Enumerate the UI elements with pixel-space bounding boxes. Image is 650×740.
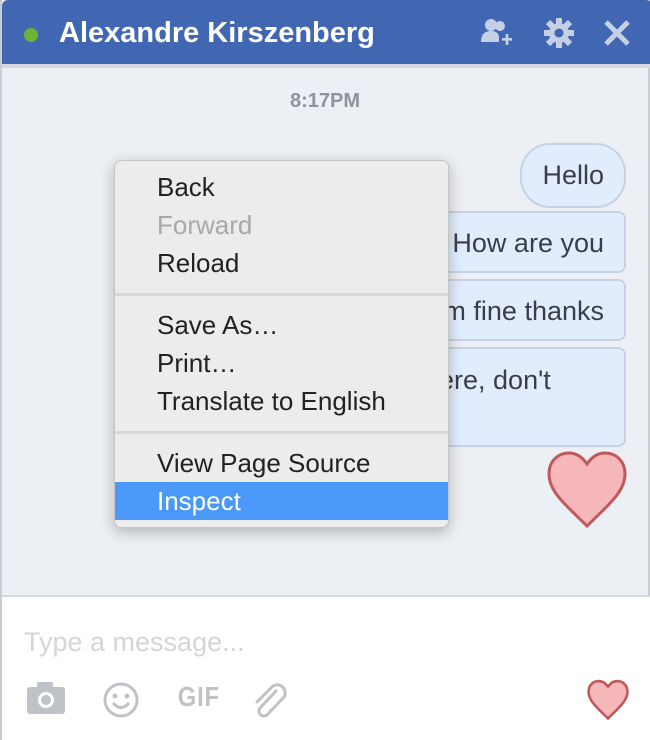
heart-like-icon xyxy=(547,451,627,529)
menu-item-reload[interactable]: Reload xyxy=(115,244,448,282)
chat-window: Alexandre Kirszenberg 8:17PM Hello How a… xyxy=(0,0,650,740)
chat-header: Alexandre Kirszenberg xyxy=(2,0,650,68)
gif-button[interactable]: GIF xyxy=(178,681,220,713)
send-like-heart-icon[interactable] xyxy=(587,679,629,721)
menu-item-inspect[interactable]: Inspect xyxy=(115,482,448,520)
menu-item-save-as[interactable]: Save As… xyxy=(115,306,448,344)
menu-item-back[interactable]: Back xyxy=(115,168,448,206)
contact-name[interactable]: Alexandre Kirszenberg xyxy=(59,17,375,50)
emoji-icon[interactable] xyxy=(102,681,140,719)
context-menu: Back Forward Reload Save As… Print… Tran… xyxy=(114,160,449,528)
menu-item-print[interactable]: Print… xyxy=(115,344,448,382)
gear-icon[interactable] xyxy=(542,16,576,50)
attachment-icon[interactable] xyxy=(250,681,290,721)
close-icon[interactable] xyxy=(600,16,634,50)
add-person-icon[interactable] xyxy=(480,16,514,50)
menu-separator xyxy=(115,431,448,434)
online-status-icon xyxy=(24,28,38,42)
menu-item-forward: Forward xyxy=(157,210,253,240)
camera-icon[interactable] xyxy=(26,681,66,715)
message-timestamp: 8:17PM xyxy=(289,90,361,112)
menu-separator xyxy=(115,293,448,296)
message-bubble[interactable]: Hello xyxy=(520,143,626,208)
menu-item-view-source[interactable]: View Page Source xyxy=(115,444,448,482)
message-input[interactable] xyxy=(24,627,584,658)
menu-item-translate[interactable]: Translate to English xyxy=(115,382,448,420)
message-composer: GIF xyxy=(2,595,650,740)
